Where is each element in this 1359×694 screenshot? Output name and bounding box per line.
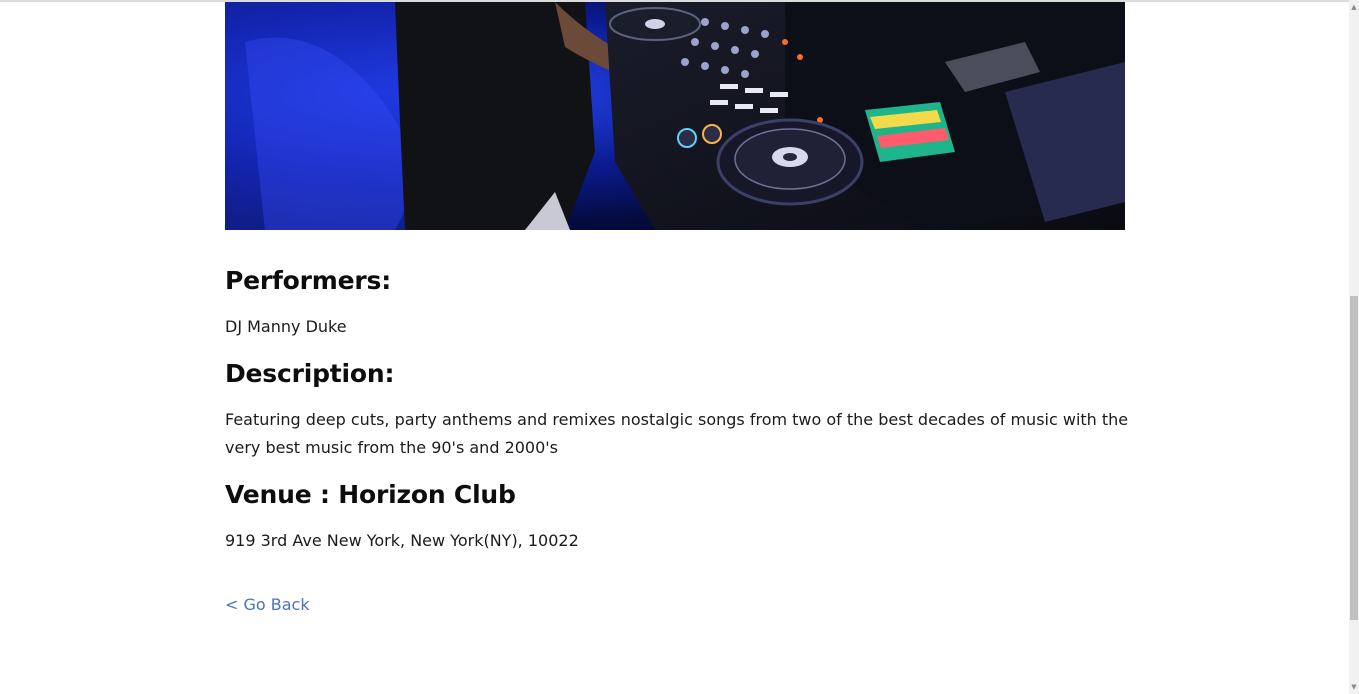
venue-heading: Venue : Horizon Club [225, 480, 516, 509]
scroll-up-arrow-icon[interactable]: ▲ [1349, 2, 1359, 12]
event-hero-image [225, 2, 1125, 230]
dj-photo-illustration [225, 2, 1125, 230]
scrollbar-thumb[interactable] [1350, 296, 1358, 620]
performers-heading: Performers: [225, 266, 392, 295]
event-detail-page: Performers: DJ Manny Duke Description: F… [0, 0, 1349, 694]
description-text: Featuring deep cuts, party anthems and r… [225, 410, 1129, 457]
go-back-link[interactable]: < Go Back [225, 595, 310, 614]
scroll-down-arrow-icon[interactable]: ▼ [1349, 682, 1359, 692]
description-heading: Description: [225, 359, 395, 388]
performers-text: DJ Manny Duke [225, 317, 347, 336]
venue-address: 919 3rd Ave New York, New York(NY), 1002… [225, 531, 579, 550]
vertical-scrollbar[interactable]: ▲ ▼ [1349, 0, 1359, 694]
